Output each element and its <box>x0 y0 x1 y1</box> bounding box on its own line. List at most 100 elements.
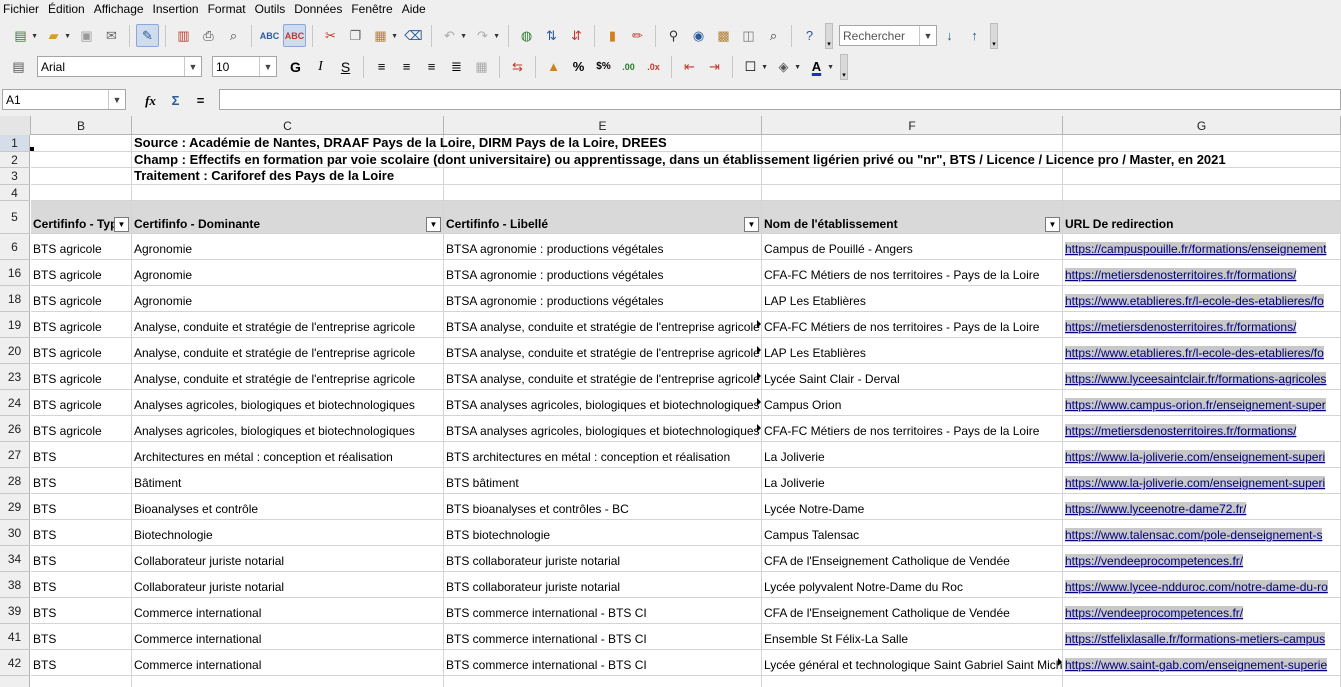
borders-icon[interactable]: ☐ ▼ <box>739 55 768 78</box>
table-cell[interactable]: https://www.la-joliverie.com/enseignemen… <box>1063 442 1341 468</box>
table-cell[interactable]: Analyses agricoles, biologiques et biote… <box>132 416 444 442</box>
find-replace-icon[interactable]: ⚲ <box>662 24 685 47</box>
cell[interactable] <box>1063 185 1341 201</box>
table-cell[interactable]: BTS collaborateur juriste notarial <box>444 546 762 572</box>
row-header[interactable]: 27 <box>0 442 30 468</box>
autofilter-dropdown-icon[interactable]: ▼ <box>426 217 441 232</box>
chevron-down-icon[interactable]: ▼ <box>108 90 125 109</box>
row-header[interactable]: 39 <box>0 598 30 624</box>
row-header[interactable]: 1 <box>0 135 30 152</box>
cell[interactable]: Champ : Effectifs en formation par voie … <box>132 152 1226 168</box>
bold-icon[interactable]: G <box>284 55 307 78</box>
print-preview-icon[interactable]: ⌕ <box>222 24 245 47</box>
hyperlink-icon[interactable]: ◍ <box>515 24 538 47</box>
sort-ascending-icon[interactable]: ⇅ <box>540 24 563 47</box>
autospellcheck-icon[interactable]: ABC <box>283 24 306 47</box>
row-header[interactable]: 26 <box>0 416 30 442</box>
table-cell[interactable]: https://vendeeprocompetences.fr/ <box>1063 546 1341 572</box>
chevron-down-icon[interactable]: ▼ <box>259 57 276 76</box>
url-link[interactable]: https://www.campus-orion.fr/enseignement… <box>1065 398 1326 412</box>
table-cell[interactable]: https://www.lyceenotre-dame72.fr/ <box>1063 494 1341 520</box>
add-decimal-icon[interactable]: .00 <box>617 55 640 78</box>
sum-icon[interactable]: Σ <box>164 89 187 112</box>
table-cell[interactable]: BTS biotechnologie <box>444 520 762 546</box>
export-pdf-icon[interactable]: ▥ <box>172 24 195 47</box>
table-cell[interactable]: BTS commerce international - BTS CI <box>444 598 762 624</box>
table-cell[interactable]: CFA-FC Métiers de nos territoires - Pays… <box>762 312 1063 338</box>
url-link[interactable]: https://www.lycee-ndduroc.com/notre-dame… <box>1065 580 1328 594</box>
autofilter-dropdown-icon[interactable]: ▼ <box>744 217 759 232</box>
row-header[interactable]: 30 <box>0 520 30 546</box>
url-link[interactable]: https://metiersdenosterritoires.fr/forma… <box>1065 424 1297 438</box>
row-header[interactable]: 16 <box>0 260 30 286</box>
menu-fichier[interactable]: Fichier <box>0 0 45 18</box>
chevron-down-icon[interactable]: ▼ <box>919 26 936 45</box>
table-cell[interactable]: BTS <box>31 494 132 520</box>
table-cell[interactable]: Ensemble St Félix-La Salle <box>762 624 1063 650</box>
table-cell[interactable]: BTSA analyse, conduite et stratégie de l… <box>444 338 762 364</box>
insert-chart-icon[interactable]: ▮ <box>601 24 624 47</box>
font-color-icon[interactable]: A ▼ <box>805 55 834 78</box>
url-link[interactable]: https://www.etablieres.fr/l-ecole-des-et… <box>1065 346 1324 360</box>
table-cell[interactable]: La Joliverie <box>762 442 1063 468</box>
url-link[interactable]: https://metiersdenosterritoires.fr/forma… <box>1065 268 1297 282</box>
row-header[interactable]: 4 <box>0 185 30 201</box>
table-cell[interactable]: BTS <box>31 572 132 598</box>
table-cell[interactable]: BTS agricole <box>31 260 132 286</box>
row-header[interactable]: 38 <box>0 572 30 598</box>
menu-fenetre[interactable]: Fenêtre <box>348 0 398 18</box>
gallery-icon[interactable]: ▩ <box>712 24 735 47</box>
column-header-g[interactable]: G <box>1063 116 1341 135</box>
row-header[interactable]: 28 <box>0 468 30 494</box>
table-cell[interactable]: Bâtiment <box>132 468 444 494</box>
cell[interactable] <box>762 168 1063 185</box>
copy-icon[interactable]: ❐ <box>344 24 367 47</box>
table-cell[interactable]: La Joliverie <box>762 468 1063 494</box>
table-cell[interactable]: https://www.la-joliverie.com/enseignemen… <box>1063 468 1341 494</box>
cell[interactable] <box>1063 168 1341 185</box>
table-cell[interactable]: BTS agricole <box>31 312 132 338</box>
align-left-icon[interactable]: ≡ <box>370 55 393 78</box>
table-cell[interactable]: BTSA analyses agricoles, biologiques et … <box>444 390 762 416</box>
select-all-corner[interactable] <box>0 116 31 135</box>
url-link[interactable]: https://metiersdenosterritoires.fr/forma… <box>1065 320 1297 334</box>
table-cell[interactable]: Agronomie <box>132 260 444 286</box>
toolbar-grip-icon[interactable]: ▾ <box>825 22 833 49</box>
row-header[interactable]: 41 <box>0 624 30 650</box>
row-header[interactable]: 3 <box>0 168 30 185</box>
autofilter-dropdown-icon[interactable]: ▼ <box>1045 217 1060 232</box>
table-cell[interactable]: BTS <box>31 546 132 572</box>
menu-insertion[interactable]: Insertion <box>150 0 205 18</box>
table-cell[interactable]: CFA-FC Métiers de nos territoires - Pays… <box>762 260 1063 286</box>
table-cell[interactable] <box>132 676 444 687</box>
table-cell[interactable]: CFA de l'Enseignement Catholique de Vend… <box>762 598 1063 624</box>
redo-icon[interactable]: ↷ ▼ <box>471 24 500 47</box>
table-cell[interactable]: Bioanalyses et contrôle <box>132 494 444 520</box>
table-cell[interactable]: Lycée Saint Clair - Derval <box>762 364 1063 390</box>
table-cell[interactable]: BTS <box>31 468 132 494</box>
table-cell[interactable]: Analyse, conduite et stratégie de l'entr… <box>132 364 444 390</box>
menu-outils[interactable]: Outils <box>252 0 292 18</box>
number-format-icon[interactable]: $% <box>592 55 615 78</box>
table-cell[interactable]: https://www.lycee-ndduroc.com/notre-dame… <box>1063 572 1341 598</box>
row-header[interactable]: 20 <box>0 338 30 364</box>
url-link[interactable]: https://www.lyceesaintclair.fr/formation… <box>1065 372 1327 386</box>
cell[interactable]: Traitement : Cariforef des Pays de la Lo… <box>132 168 444 185</box>
table-cell[interactable]: BTS commerce international - BTS CI <box>444 624 762 650</box>
menu-format[interactable]: Format <box>205 0 252 18</box>
paste-icon[interactable]: ▦ ▼ <box>369 24 398 47</box>
table-cell[interactable]: Commerce international <box>132 624 444 650</box>
table-cell[interactable]: Collaborateur juriste notarial <box>132 572 444 598</box>
new-document-icon[interactable]: ▤ ▼ <box>9 24 38 47</box>
table-cell[interactable]: Commerce international <box>132 598 444 624</box>
draw-functions-icon[interactable]: ✏ <box>626 24 649 47</box>
table-cell[interactable]: BTS <box>31 624 132 650</box>
table-cell[interactable]: Campus Talensac <box>762 520 1063 546</box>
cell[interactable] <box>444 168 762 185</box>
table-cell[interactable]: Architectures en métal : conception et r… <box>132 442 444 468</box>
underline-icon[interactable]: S <box>334 55 357 78</box>
table-cell[interactable]: https://metiersdenosterritoires.fr/forma… <box>1063 312 1341 338</box>
table-cell[interactable]: Campus Orion <box>762 390 1063 416</box>
table-cell[interactable]: BTSA agronomie : productions végétales <box>444 260 762 286</box>
chevron-down-icon[interactable]: ▼ <box>184 57 201 76</box>
